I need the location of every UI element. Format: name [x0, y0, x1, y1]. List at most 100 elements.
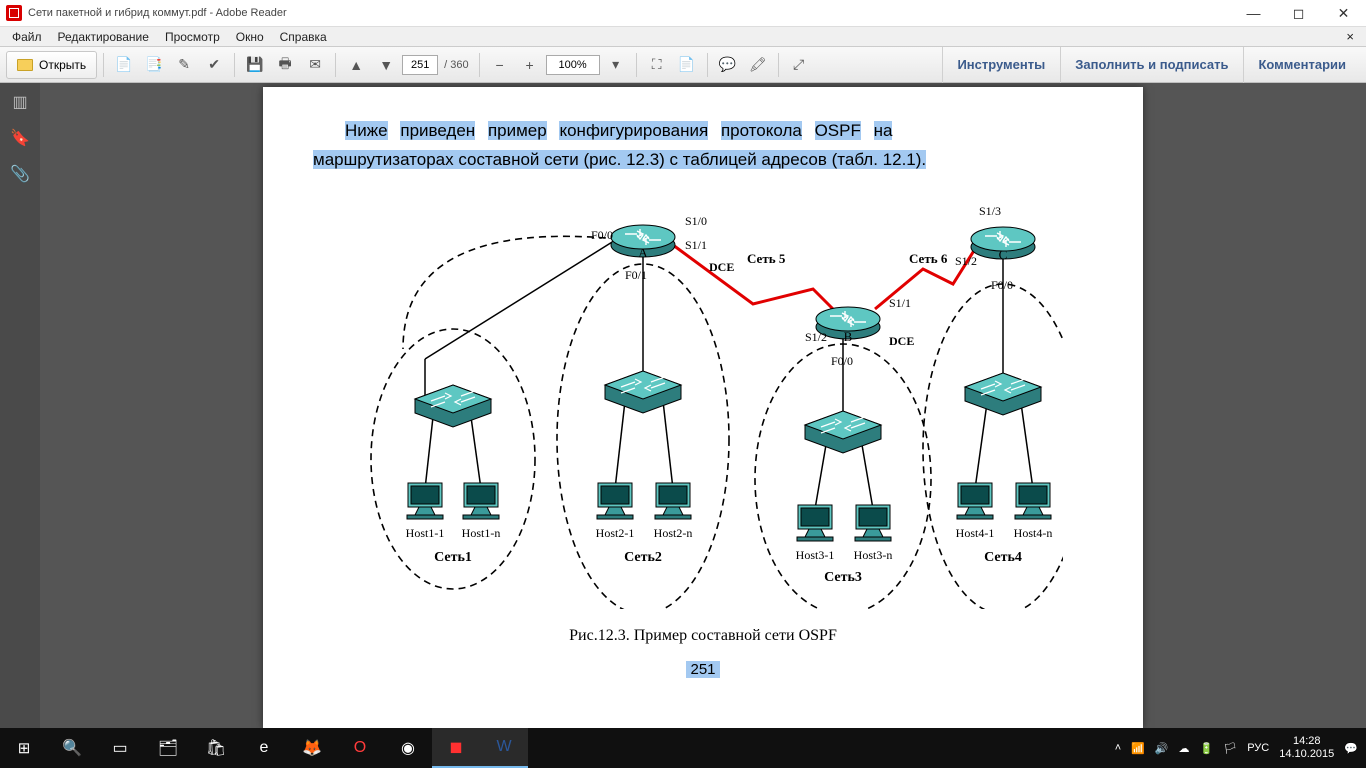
- firefox-icon[interactable]: 🦊: [288, 728, 336, 768]
- read-mode-icon[interactable]: ⤢: [785, 51, 813, 79]
- svg-text:F0/0: F0/0: [991, 278, 1013, 292]
- email-icon[interactable]: ✉: [301, 51, 329, 79]
- menubar: Файл Редактирование Просмотр Окно Справк…: [0, 27, 1366, 47]
- svg-text:Host2-n: Host2-n: [654, 526, 693, 540]
- titlebar: Сети пакетной и гибрид коммут.pdf - Adob…: [0, 0, 1366, 27]
- page-number: 251: [313, 661, 1093, 679]
- bookmarks-icon[interactable]: 🔖: [9, 127, 31, 149]
- svg-text:S1/1: S1/1: [889, 296, 911, 310]
- tray-chevron-icon[interactable]: ˄: [1115, 742, 1121, 754]
- attachments-icon[interactable]: 📎: [9, 163, 31, 185]
- volume-icon[interactable]: 🔊: [1155, 742, 1169, 755]
- comment-icon[interactable]: 💬: [714, 51, 742, 79]
- svg-text:F0/0: F0/0: [831, 354, 853, 368]
- flag-icon[interactable]: 🏳: [1223, 742, 1237, 755]
- svg-text:Сеть 5: Сеть 5: [747, 251, 786, 266]
- word-task-icon[interactable]: W: [480, 728, 528, 768]
- document-area[interactable]: Ниже приведен пример конфигурирования пр…: [40, 83, 1366, 728]
- close-document-button[interactable]: ×: [1338, 29, 1362, 44]
- svg-text:C: C: [999, 247, 1008, 262]
- taskbar: ⊞ 🔍 ▭ 🗂 🛍 e 🦊 O ◉ ◼ W ˄ 📶 🔊 ☁ 🔋 🏳 РУС 14…: [0, 728, 1366, 768]
- system-tray: ˄ 📶 🔊 ☁ 🔋 🏳 РУС 14:28 14.10.2015 💬: [1115, 735, 1366, 760]
- menu-window[interactable]: Окно: [228, 30, 272, 44]
- right-tools: Инструменты Заполнить и подписать Коммен…: [942, 47, 1360, 83]
- folder-icon: [17, 59, 33, 71]
- window-title: Сети пакетной и гибрид коммут.pdf - Adob…: [28, 7, 1231, 19]
- highlight-icon[interactable]: 🖍: [744, 51, 772, 79]
- menu-file[interactable]: Файл: [4, 30, 50, 44]
- zoom-in-icon[interactable]: +: [516, 51, 544, 79]
- zoom-out-icon[interactable]: −: [486, 51, 514, 79]
- explorer-icon[interactable]: 🗂: [144, 728, 192, 768]
- svg-text:A: A: [638, 245, 648, 260]
- sidebar: ▥ 🔖 📎: [0, 83, 40, 728]
- svg-text:Host1-n: Host1-n: [462, 526, 501, 540]
- page-total-label: / 360: [444, 59, 468, 71]
- svg-text:S1/3: S1/3: [979, 204, 1001, 218]
- menu-help[interactable]: Справка: [272, 30, 335, 44]
- opera-icon[interactable]: O: [336, 728, 384, 768]
- search-icon[interactable]: 🔍: [48, 728, 96, 768]
- task-view-icon[interactable]: ▭: [96, 728, 144, 768]
- page-number-input[interactable]: [402, 55, 438, 75]
- svg-text:S1/2: S1/2: [955, 254, 977, 268]
- svg-text:Сеть2: Сеть2: [624, 550, 662, 565]
- svg-text:F0/0: F0/0: [591, 228, 613, 242]
- svg-text:Сеть 6: Сеть 6: [909, 251, 948, 266]
- menu-view[interactable]: Просмотр: [157, 30, 228, 44]
- open-button[interactable]: Открыть: [6, 51, 97, 79]
- edge-icon[interactable]: e: [240, 728, 288, 768]
- zoom-dropdown-icon[interactable]: ▾: [602, 51, 630, 79]
- svg-text:DCE: DCE: [709, 260, 734, 274]
- adobe-reader-task-icon[interactable]: ◼: [432, 728, 480, 768]
- svg-text:Сеть3: Сеть3: [824, 570, 862, 585]
- print-icon[interactable]: 🖶: [271, 51, 299, 79]
- clock[interactable]: 14:28 14.10.2015: [1279, 735, 1334, 760]
- store-icon[interactable]: 🛍: [192, 728, 240, 768]
- onedrive-icon[interactable]: ☁: [1179, 742, 1190, 755]
- workspace: ▥ 🔖 📎 Ниже приведен пример конфигурирова…: [0, 83, 1366, 728]
- create-pdf-icon[interactable]: 📄: [110, 51, 138, 79]
- svg-text:S1/0: S1/0: [685, 214, 707, 228]
- network-diagram: A B C F0/0 S1/0 S1/1 F0/1 S1/2 S1/1 F0/0…: [343, 189, 1063, 609]
- close-button[interactable]: ✕: [1321, 0, 1366, 27]
- save-icon[interactable]: 💾: [241, 51, 269, 79]
- svg-text:Сеть4: Сеть4: [984, 550, 1022, 565]
- export-pdf-icon[interactable]: 📑: [140, 51, 168, 79]
- pdf-page: Ниже приведен пример конфигурирования пр…: [263, 87, 1143, 728]
- tools-panel-button[interactable]: Инструменты: [942, 47, 1059, 83]
- comment-panel-button[interactable]: Комментарии: [1243, 47, 1360, 83]
- fit-width-icon[interactable]: ⛶: [643, 51, 671, 79]
- svg-text:S1/2: S1/2: [805, 330, 827, 344]
- svg-text:F0/1: F0/1: [625, 268, 647, 282]
- minimize-button[interactable]: —: [1231, 0, 1276, 27]
- fit-page-icon[interactable]: 📄: [673, 51, 701, 79]
- intro-paragraph: Ниже приведен пример конфигурирования пр…: [313, 117, 1093, 175]
- zoom-input[interactable]: [546, 55, 600, 75]
- maximize-button[interactable]: ◻: [1276, 0, 1321, 27]
- svg-text:Host3-n: Host3-n: [854, 548, 893, 562]
- page-down-icon[interactable]: ▼: [372, 51, 400, 79]
- svg-text:Сеть1: Сеть1: [434, 550, 472, 565]
- edit-pdf-icon[interactable]: ✎: [170, 51, 198, 79]
- svg-text:S1/1: S1/1: [685, 238, 707, 252]
- sign-icon[interactable]: ✔: [200, 51, 228, 79]
- open-label: Открыть: [39, 58, 86, 72]
- thumbnails-icon[interactable]: ▥: [9, 91, 31, 113]
- network-icon[interactable]: 📶: [1131, 742, 1145, 755]
- toolbar: Открыть 📄 📑 ✎ ✔ 💾 🖶 ✉ ▲ ▼ / 360 − + ▾ ⛶ …: [0, 47, 1366, 83]
- page-up-icon[interactable]: ▲: [342, 51, 370, 79]
- language-indicator[interactable]: РУС: [1247, 742, 1269, 754]
- start-button[interactable]: ⊞: [0, 728, 48, 768]
- svg-text:Host1-1: Host1-1: [406, 526, 445, 540]
- svg-text:Host4-1: Host4-1: [956, 526, 995, 540]
- chrome-icon[interactable]: ◉: [384, 728, 432, 768]
- svg-text:Host4-n: Host4-n: [1014, 526, 1053, 540]
- battery-icon[interactable]: 🔋: [1200, 742, 1214, 755]
- svg-text:Host2-1: Host2-1: [596, 526, 635, 540]
- fill-sign-panel-button[interactable]: Заполнить и подписать: [1060, 47, 1242, 83]
- notifications-icon[interactable]: 💬: [1344, 742, 1358, 755]
- figure-caption: Рис.12.3. Пример составной сети OSPF: [313, 627, 1093, 645]
- svg-text:Host3-1: Host3-1: [796, 548, 835, 562]
- menu-edit[interactable]: Редактирование: [50, 30, 157, 44]
